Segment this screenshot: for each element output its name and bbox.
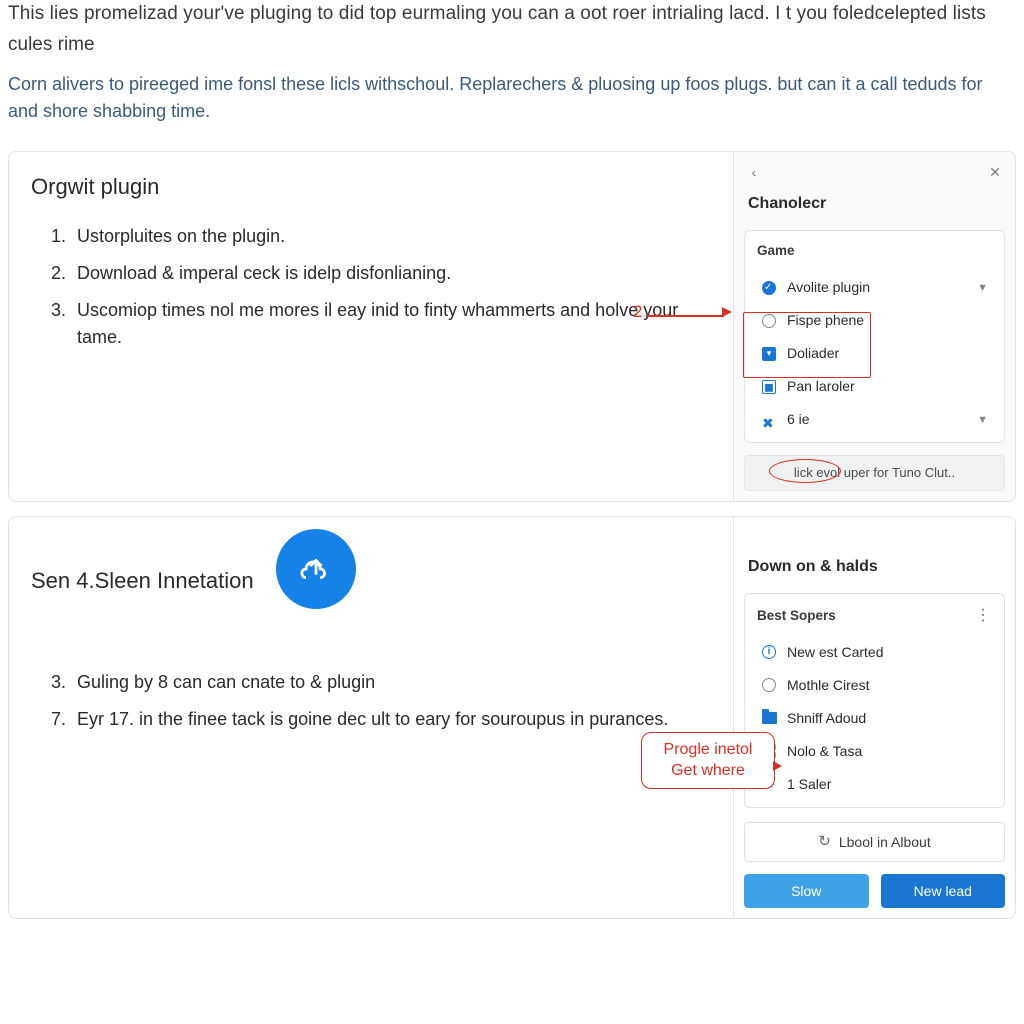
callout-line-2: Get where (654, 760, 762, 782)
box-heading: Game (757, 241, 992, 261)
card-sleen-innetation: Sen 4.Sleen Innetation Guling by 8 can c… (8, 516, 1016, 920)
action-button[interactable]: lick evol uper for Tuno Clut.. (744, 455, 1005, 491)
option-doliader[interactable]: Doliader (757, 337, 992, 370)
step-item: Eyr 17. in the finee tack is goine dec u… (71, 706, 711, 733)
card2-steps: Guling by 8 can can cnate to & plugin Ey… (31, 669, 711, 733)
item-label: Mothle Cirest (787, 675, 869, 696)
box-heading: Best Sopers (757, 606, 836, 626)
chevron-down-icon[interactable]: ▼ (977, 412, 988, 429)
marker-icon: ✖ (762, 413, 776, 427)
option-fispe[interactable]: Fispe phene (757, 304, 992, 337)
upload-icon (299, 552, 333, 586)
chevron-down-icon[interactable]: ▼ (977, 280, 988, 297)
card1-steps: Ustorpluites on the plugin. Download & i… (31, 223, 711, 351)
step-item: Guling by 8 can can cnate to & plugin (71, 669, 711, 696)
button-label: lick evol uper for Tuno Clut.. (794, 465, 955, 480)
item-new-est[interactable]: i New est Carted (757, 636, 992, 669)
item-shniff[interactable]: Shniff Adoud (757, 702, 992, 735)
intro-paragraph: Corn alivers to pireeged ime fonsl these… (8, 71, 1016, 125)
radio-icon (762, 314, 776, 328)
option-label: 6 ie (787, 409, 810, 430)
card1-title: Orgwit plugin (31, 170, 711, 203)
more-icon[interactable]: ⋮ (975, 604, 992, 628)
card2-left: Sen 4.Sleen Innetation Guling by 8 can c… (9, 517, 733, 919)
upload-button[interactable] (276, 529, 356, 609)
option-label: Fispe phene (787, 310, 864, 331)
annotation-arrow-icon (773, 761, 782, 771)
card1-right-panel: ‹ ✕ Chanolecr Game Avolite plugin ▼ Fisp… (733, 152, 1015, 501)
card2-right-panel: Down on & halds Best Sopers ⋮ i New est … (733, 517, 1015, 919)
option-6ie[interactable]: ✖ 6 ie ▼ (757, 403, 992, 436)
info-icon: i (762, 645, 776, 659)
card1-left: Orgwit plugin Ustorpluites on the plugin… (9, 152, 733, 501)
item-mothle[interactable]: Mothle Cirest (757, 669, 992, 702)
callout-line-1: Progle inetol (654, 739, 762, 761)
step-item: Uscomiop times nol me mores il eay inid … (71, 297, 711, 351)
item-nolo[interactable]: Nolo & Tasa (757, 735, 992, 768)
refresh-icon: ↻ (818, 831, 831, 854)
button-label: Lbool in Albout (839, 832, 931, 853)
step-item: Download & imperal ceck is idelp disfonl… (71, 260, 711, 287)
slow-button[interactable]: Slow (744, 874, 869, 908)
panel-back-icon[interactable]: ‹ (744, 162, 764, 182)
option-label: Doliader (787, 343, 839, 364)
panel-title: Chanolecr (748, 192, 1001, 216)
item-label: Nolo & Tasa (787, 741, 862, 762)
option-pan-laroler[interactable]: ◼ Pan laroler (757, 370, 992, 403)
panel-title: Down on & halds (748, 555, 1001, 579)
intro-line-2: cules rime (8, 31, 1016, 60)
lbool-button[interactable]: ↻ Lbool in Albout (744, 822, 1005, 863)
annotation-callout: Progle inetol Get where (641, 732, 775, 789)
new-lead-button[interactable]: New lead (881, 874, 1006, 908)
step-item: Ustorpluites on the plugin. (71, 223, 711, 250)
radio-checked-icon (762, 281, 776, 295)
checkbox-filled-icon (762, 347, 776, 361)
intro-line-1: This lies promelizad your've pluging to … (8, 0, 1016, 29)
item-saler[interactable]: ⚙ 1 Saler (757, 768, 992, 801)
sopers-box: Best Sopers ⋮ i New est Carted Mothle Ci… (744, 593, 1005, 808)
checkbox-icon: ◼ (762, 380, 776, 394)
options-box: Game Avolite plugin ▼ Fispe phene Doliad… (744, 230, 1005, 443)
radio-icon (762, 678, 776, 692)
panel-close-icon[interactable]: ✕ (985, 162, 1005, 182)
item-label: 1 Saler (787, 774, 831, 795)
folder-icon (762, 712, 777, 724)
item-label: New est Carted (787, 642, 883, 663)
card2-title: Sen 4.Sleen Innetation (31, 564, 254, 597)
option-label: Pan laroler (787, 376, 855, 397)
option-label: Avolite plugin (787, 277, 870, 298)
card-orgwit-plugin: Orgwit plugin Ustorpluites on the plugin… (8, 151, 1016, 502)
option-avolite[interactable]: Avolite plugin ▼ (757, 271, 992, 304)
item-label: Shniff Adoud (787, 708, 866, 729)
